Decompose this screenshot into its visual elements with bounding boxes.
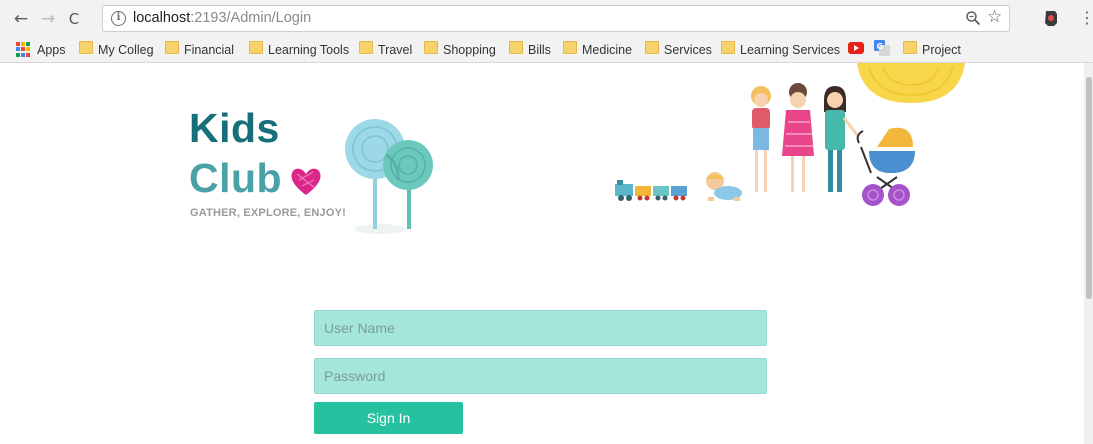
folder-icon bbox=[79, 41, 93, 54]
logo-kids-text: Kids bbox=[189, 105, 280, 151]
svg-text:G: G bbox=[877, 42, 884, 51]
mothers-illustration bbox=[751, 83, 860, 192]
browser-toolbar: ← → C i localhost:2193/Admin/Login ☆ ⋮ bbox=[0, 0, 1093, 37]
bookmark-bills[interactable]: Bills bbox=[528, 40, 551, 60]
password-input[interactable] bbox=[314, 358, 767, 394]
bookmark-star-icon[interactable]: ☆ bbox=[987, 7, 1002, 27]
info-icon[interactable]: i bbox=[111, 11, 126, 26]
folder-icon bbox=[563, 41, 577, 54]
bookmark-medicine[interactable]: Medicine bbox=[582, 40, 632, 60]
folder-icon bbox=[721, 41, 735, 54]
sign-in-button[interactable]: Sign In bbox=[314, 402, 463, 434]
zoom-icon[interactable] bbox=[965, 10, 981, 30]
username-input[interactable] bbox=[314, 310, 767, 346]
url-host: localhost bbox=[133, 10, 191, 26]
bookmark-services[interactable]: Services bbox=[664, 40, 712, 60]
bookmark-shopping[interactable]: Shopping bbox=[443, 40, 496, 60]
bookmark-my-colleg[interactable]: My Colleg bbox=[98, 40, 154, 60]
sun-illustration bbox=[857, 63, 965, 103]
bookmark-apps[interactable]: Apps bbox=[37, 40, 66, 60]
bookmark-learning-tools[interactable]: Learning Tools bbox=[268, 40, 349, 60]
stroller-illustration bbox=[856, 127, 915, 206]
bookmark-learning-services[interactable]: Learning Services bbox=[740, 40, 840, 60]
folder-icon bbox=[165, 41, 179, 54]
folder-icon bbox=[509, 41, 523, 54]
reload-icon[interactable]: C bbox=[63, 8, 85, 30]
trees-illustration bbox=[345, 119, 433, 234]
apps-icon[interactable] bbox=[16, 42, 31, 57]
youtube-icon[interactable] bbox=[848, 42, 864, 54]
logo-club-text: Club bbox=[189, 155, 283, 201]
forward-icon[interactable]: → bbox=[37, 8, 59, 30]
folder-icon bbox=[645, 41, 659, 54]
folder-icon bbox=[903, 41, 917, 54]
scrollbar-thumb[interactable] bbox=[1086, 77, 1092, 299]
bookmark-financial[interactable]: Financial bbox=[184, 40, 234, 60]
extension-icon[interactable] bbox=[1043, 9, 1059, 27]
tagline: GATHER, EXPLORE, ENJOY! bbox=[190, 207, 346, 219]
login-page: Kids Club GATHER, EXPLORE, ENJOY! User N… bbox=[0, 63, 1093, 444]
folder-icon bbox=[359, 41, 373, 54]
bookmarks-bar: Apps My Colleg Financial Learning Tools … bbox=[0, 37, 1093, 91]
heart-icon bbox=[291, 168, 321, 195]
folder-icon bbox=[249, 41, 263, 54]
folder-icon bbox=[424, 41, 438, 54]
toy-train-illustration bbox=[615, 180, 687, 201]
google-translate-icon[interactable]: G bbox=[874, 40, 890, 56]
bookmark-travel[interactable]: Travel bbox=[378, 40, 412, 60]
url-text[interactable]: localhost:2193/Admin/Login bbox=[133, 10, 311, 26]
address-bar[interactable]: i localhost:2193/Admin/Login ☆ bbox=[102, 5, 1010, 32]
bookmark-project[interactable]: Project bbox=[922, 40, 961, 60]
menu-icon[interactable]: ⋮ bbox=[1079, 8, 1093, 27]
back-icon[interactable]: ← bbox=[10, 8, 32, 30]
url-path: :2193/Admin/Login bbox=[190, 10, 312, 26]
